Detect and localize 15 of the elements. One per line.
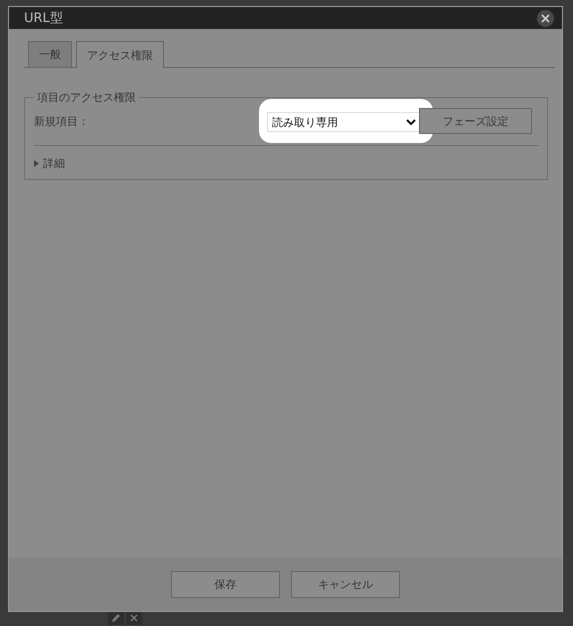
triangle-icon (34, 160, 39, 167)
details-toggle[interactable]: 詳細 (34, 156, 65, 171)
footer-button[interactable]: キャンセル (291, 571, 400, 598)
window-title: URL型 (24, 10, 63, 27)
close-icon (541, 14, 550, 22)
field-label: 新規項目： (34, 114, 90, 128)
footer-button[interactable]: 保存 (171, 571, 280, 598)
close-icon[interactable] (126, 612, 142, 625)
tab[interactable]: アクセス権限 (76, 41, 164, 68)
section-legend: 項目のアクセス権限 (34, 90, 139, 105)
access-select[interactable]: 読み取り専用 (267, 112, 420, 132)
pencil-icon[interactable] (108, 612, 124, 625)
phase-settings-button[interactable]: フェーズ設定 (419, 108, 532, 134)
close-button[interactable] (537, 10, 554, 26)
tab[interactable]: 一般 (28, 41, 72, 67)
